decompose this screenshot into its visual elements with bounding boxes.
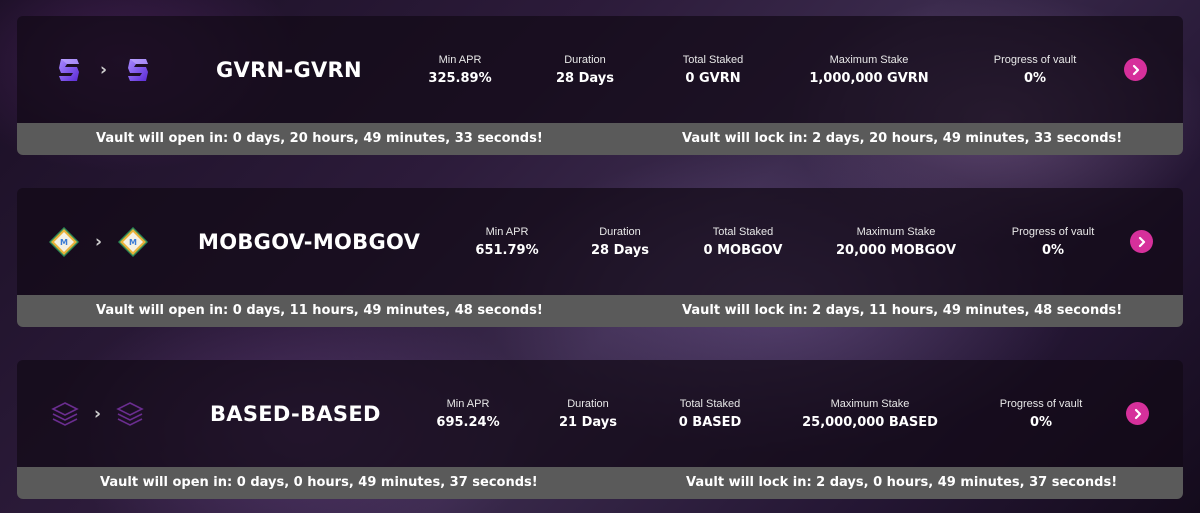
vault-timer-bar: Vault will open in: 0 days, 20 hours, 49… bbox=[17, 123, 1183, 155]
min-apr-value: 695.24% bbox=[436, 415, 500, 430]
maximum-stake-value: 25,000,000 BASED bbox=[802, 415, 938, 430]
duration-label: Duration bbox=[564, 54, 606, 66]
min-apr-label: Min APR bbox=[485, 226, 529, 238]
chevron-right-icon bbox=[1138, 236, 1145, 247]
vault-timer-bar: Vault will open in: 0 days, 11 hours, 49… bbox=[17, 295, 1183, 327]
min-apr-value: 651.79% bbox=[475, 243, 539, 258]
vault-title: BASED-BASED bbox=[210, 401, 381, 426]
vault-card-mobgov: M › M MOBGOV-MOBGOV Min APR 651.79% Dura… bbox=[17, 188, 1183, 327]
vault-open-countdown: Vault will open in: 0 days, 11 hours, 49… bbox=[96, 303, 543, 318]
vault-open-countdown: Vault will open in: 0 days, 20 hours, 49… bbox=[96, 131, 543, 146]
token-pair: › bbox=[50, 360, 145, 467]
gvrn-token-icon bbox=[124, 56, 152, 84]
vault-progress: Progress of vault 0% bbox=[1012, 226, 1095, 258]
min-apr: Min APR 695.24% bbox=[436, 398, 499, 430]
open-vault-button[interactable] bbox=[1124, 58, 1147, 81]
total-staked: Total Staked 0 BASED bbox=[679, 398, 742, 430]
duration: Duration 28 Days bbox=[591, 226, 649, 258]
maximum-stake-value: 20,000 MOBGOV bbox=[835, 243, 957, 258]
vault-lock-countdown: Vault will lock in: 2 days, 20 hours, 49… bbox=[682, 131, 1123, 146]
vault-card-gvrn: › GVRN-GVRN Min APR 325.89% Duration 28 … bbox=[17, 16, 1183, 155]
vault-progress-value: 0% bbox=[1023, 71, 1047, 86]
maximum-stake: Maximum Stake 25,000,000 BASED bbox=[802, 398, 938, 430]
chevron-right-icon: › bbox=[94, 403, 102, 424]
mobgov-token-icon: M bbox=[48, 226, 80, 258]
min-apr: Min APR 651.79% bbox=[475, 226, 538, 258]
duration-value: 28 Days bbox=[556, 71, 614, 86]
total-staked: Total Staked 0 GVRN bbox=[683, 54, 744, 86]
duration: Duration 28 Days bbox=[556, 54, 614, 86]
total-staked-label: Total Staked bbox=[682, 54, 744, 66]
vault-title: MOBGOV-MOBGOV bbox=[198, 229, 421, 254]
token-pair: M › M bbox=[48, 188, 149, 295]
vault-lock-countdown: Vault will lock in: 2 days, 11 hours, 49… bbox=[682, 303, 1123, 318]
maximum-stake: Maximum Stake 20,000 MOBGOV bbox=[836, 226, 956, 258]
based-token-icon bbox=[50, 399, 80, 429]
duration-value: 28 Days bbox=[591, 243, 649, 258]
duration: Duration 21 Days bbox=[559, 398, 617, 430]
svg-text:M: M bbox=[60, 238, 68, 247]
min-apr-label: Min APR bbox=[438, 54, 482, 66]
gvrn-token-icon bbox=[55, 56, 83, 84]
maximum-stake-label: Maximum Stake bbox=[829, 54, 909, 66]
chevron-right-icon bbox=[1132, 64, 1139, 75]
vault-timer-bar: Vault will open in: 0 days, 0 hours, 49 … bbox=[17, 467, 1183, 499]
open-vault-button[interactable] bbox=[1126, 402, 1149, 425]
total-staked-value: 0 MOBGOV bbox=[703, 243, 783, 258]
total-staked-label: Total Staked bbox=[679, 398, 741, 410]
svg-text:M: M bbox=[129, 238, 137, 247]
vault-lock-countdown: Vault will lock in: 2 days, 0 hours, 49 … bbox=[686, 475, 1118, 490]
vault-title: GVRN-GVRN bbox=[216, 57, 362, 82]
vault-open-countdown: Vault will open in: 0 days, 0 hours, 49 … bbox=[100, 475, 538, 490]
min-apr: Min APR 325.89% bbox=[428, 54, 491, 86]
chevron-right-icon: › bbox=[100, 59, 108, 80]
total-staked-value: 0 GVRN bbox=[685, 71, 741, 86]
vault-progress-label: Progress of vault bbox=[993, 54, 1077, 66]
vault-progress-label: Progress of vault bbox=[1011, 226, 1095, 238]
maximum-stake-value: 1,000,000 GVRN bbox=[809, 71, 929, 86]
total-staked-label: Total Staked bbox=[712, 226, 774, 238]
total-staked: Total Staked 0 MOBGOV bbox=[704, 226, 783, 258]
token-pair: › bbox=[55, 16, 152, 123]
total-staked-value: 0 BASED bbox=[678, 415, 742, 430]
vault-progress-label: Progress of vault bbox=[999, 398, 1083, 410]
maximum-stake-label: Maximum Stake bbox=[856, 226, 936, 238]
vault-progress: Progress of vault 0% bbox=[994, 54, 1077, 86]
based-token-icon bbox=[115, 399, 145, 429]
min-apr-label: Min APR bbox=[446, 398, 490, 410]
maximum-stake-label: Maximum Stake bbox=[830, 398, 910, 410]
vault-progress-value: 0% bbox=[1029, 415, 1053, 430]
vault-progress: Progress of vault 0% bbox=[1000, 398, 1083, 430]
chevron-right-icon bbox=[1134, 408, 1141, 419]
duration-value: 21 Days bbox=[559, 415, 617, 430]
vault-card-based: › BASED-BASED Min APR 695.24% Duration 2… bbox=[17, 360, 1183, 499]
chevron-right-icon: › bbox=[95, 231, 103, 252]
duration-label: Duration bbox=[599, 226, 641, 238]
maximum-stake: Maximum Stake 1,000,000 GVRN bbox=[809, 54, 928, 86]
mobgov-token-icon: M bbox=[117, 226, 149, 258]
duration-label: Duration bbox=[567, 398, 609, 410]
min-apr-value: 325.89% bbox=[428, 71, 492, 86]
open-vault-button[interactable] bbox=[1130, 230, 1153, 253]
vault-progress-value: 0% bbox=[1041, 243, 1065, 258]
